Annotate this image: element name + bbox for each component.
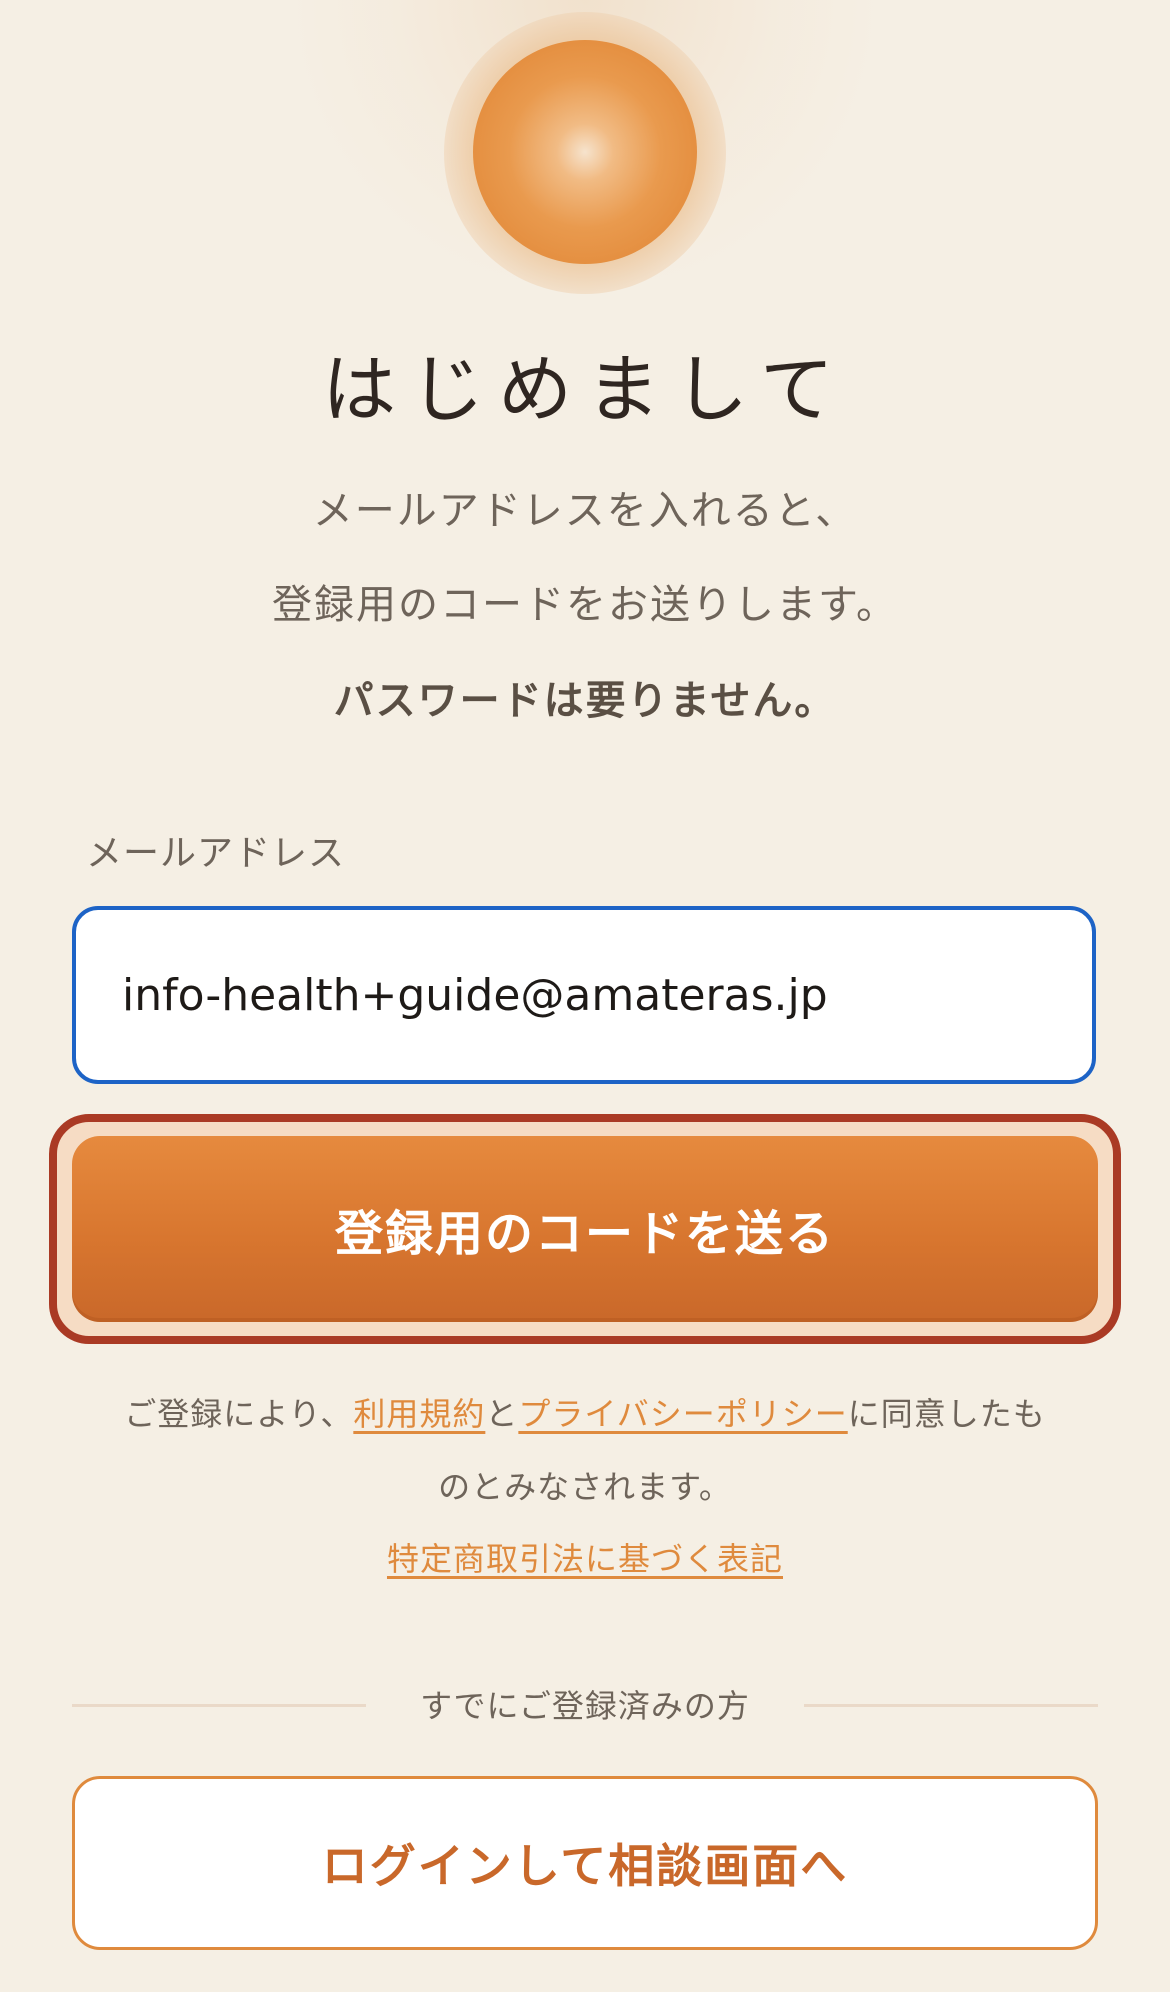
existing-users-label: すでにご登録済みの方 bbox=[420, 1687, 750, 1725]
terms-line-1: ご登録により、利用規約とプライバシーポリシーに同意したも bbox=[0, 1389, 1170, 1435]
divider-right bbox=[804, 1704, 1098, 1707]
terms-and: と bbox=[485, 1395, 519, 1433]
email-label: メールアドレス bbox=[86, 833, 346, 874]
terms-prefix: ご登録により、 bbox=[124, 1395, 354, 1433]
send-code-button[interactable]: 登録用のコードを送る bbox=[72, 1136, 1098, 1322]
email-field[interactable] bbox=[72, 906, 1096, 1084]
login-button[interactable]: ログインして相談画面へ bbox=[72, 1776, 1098, 1950]
page-title: はじめまして bbox=[322, 347, 848, 433]
terms-of-use-link[interactable]: 利用規約 bbox=[353, 1395, 485, 1433]
privacy-policy-link[interactable]: プライバシーポリシー bbox=[518, 1395, 847, 1433]
terms-suffix: に同意したも bbox=[847, 1395, 1046, 1433]
terms-line-2: のとみなされます。 bbox=[438, 1468, 732, 1506]
terms-line-3: 特定商取引法に基づく表記 bbox=[0, 1534, 1170, 1580]
commerce-law-link[interactable]: 特定商取引法に基づく表記 bbox=[387, 1540, 783, 1578]
divider-left bbox=[72, 1704, 366, 1707]
subtitle-line-1: メールアドレスを入れると、 bbox=[312, 488, 858, 534]
subtitle-no-password: パスワードは要りません。 bbox=[333, 678, 837, 724]
subtitle-line-2: 登録用のコードをお送りします。 bbox=[272, 582, 898, 628]
sun-icon bbox=[473, 40, 697, 264]
